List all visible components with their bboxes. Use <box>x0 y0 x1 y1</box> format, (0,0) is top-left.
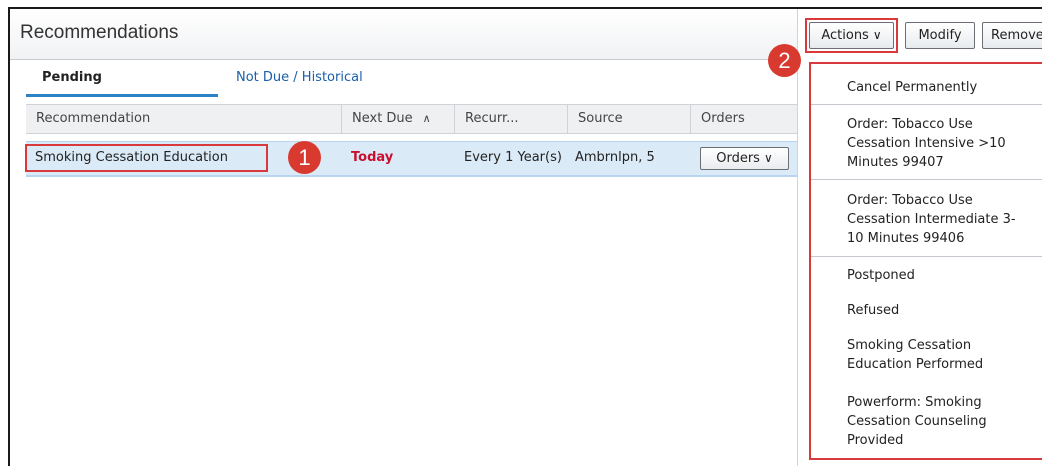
column-header-source[interactable]: Source <box>567 105 690 133</box>
tab-not-due-historical[interactable]: Not Due / Historical <box>236 61 363 97</box>
actions-menu: Cancel Permanently Order: Tobacco Use Ce… <box>809 62 1042 460</box>
remove-button[interactable]: Remove <box>982 22 1042 49</box>
column-header-recurrence[interactable]: Recurr... <box>454 105 567 133</box>
chevron-up-icon: ∧ <box>422 112 431 125</box>
menu-item-cancel-permanently[interactable]: Cancel Permanently <box>811 78 1042 97</box>
callout-badge-1: 1 <box>288 141 321 174</box>
page-title: Recommendations <box>20 22 179 43</box>
source-value: Ambrnlpn, 5 <box>575 150 655 165</box>
chevron-down-icon: ∨ <box>763 151 773 165</box>
menu-item-postponed[interactable]: Postponed <box>811 266 1042 285</box>
menu-item-powerform-counseling[interactable]: Powerform: Smoking Cessation Counseling … <box>811 393 1042 450</box>
table-header: Recommendation Next Due ∧ Recurr... Sourc… <box>26 104 797 134</box>
table-row[interactable]: Smoking Cessation Education Today Every … <box>25 141 797 177</box>
column-header-recommendation[interactable]: Recommendation <box>26 105 341 133</box>
column-header-orders[interactable]: Orders <box>690 105 797 133</box>
callout-badge-2: 2 <box>768 44 801 77</box>
menu-item-order-intermediate[interactable]: Order: Tobacco Use Cessation Intermediat… <box>811 191 1042 248</box>
menu-item-education-performed[interactable]: Smoking Cessation Education Performed <box>811 336 1042 374</box>
menu-item-refused[interactable]: Refused <box>811 301 1042 320</box>
tab-pending[interactable]: Pending <box>26 61 218 97</box>
menu-separator <box>811 256 1042 257</box>
actions-highlight-box <box>805 18 898 53</box>
recommendation-name[interactable]: Smoking Cessation Education <box>25 144 268 172</box>
orders-dropdown-button[interactable]: Orders ∨ <box>700 147 789 170</box>
menu-item-order-intensive[interactable]: Order: Tobacco Use Cessation Intensive >… <box>811 115 1042 172</box>
menu-separator <box>811 104 1042 105</box>
panel-divider <box>797 9 798 466</box>
menu-separator <box>811 179 1042 180</box>
panel-header: Recommendations <box>10 9 797 60</box>
tab-bar: Pending Not Due / Historical <box>10 61 797 97</box>
column-header-next-due[interactable]: Next Due ∧ <box>341 105 454 133</box>
modify-button[interactable]: Modify <box>905 22 975 49</box>
recurrence-value: Every 1 Year(s) <box>464 150 562 165</box>
next-due-value: Today <box>351 150 394 165</box>
